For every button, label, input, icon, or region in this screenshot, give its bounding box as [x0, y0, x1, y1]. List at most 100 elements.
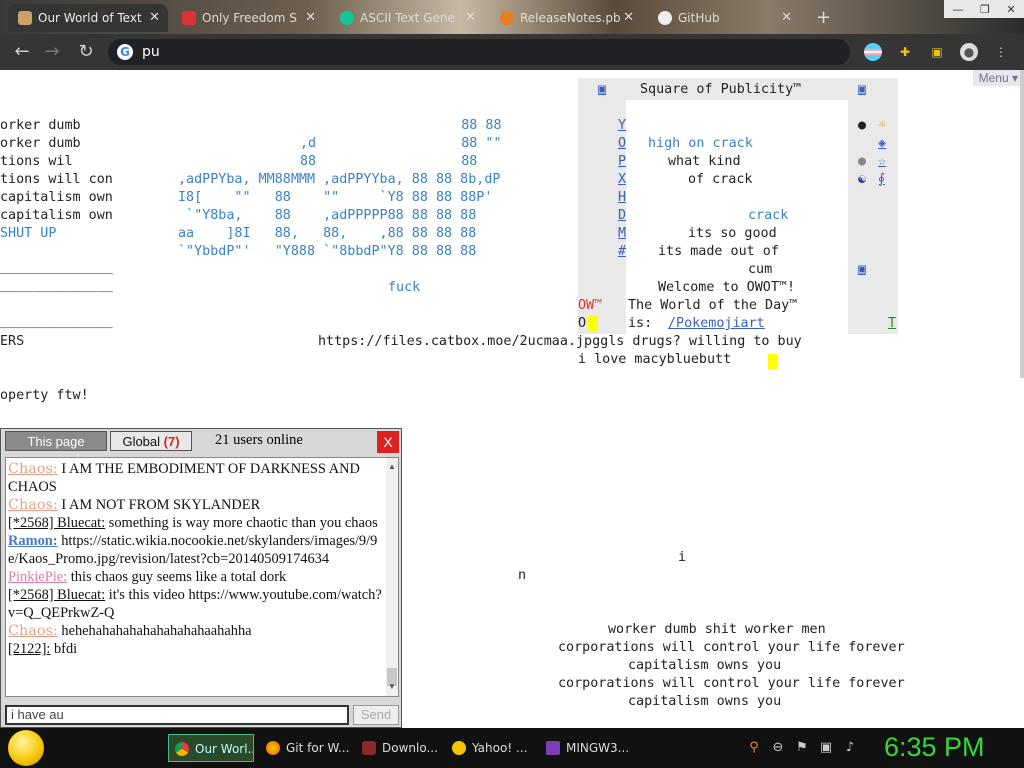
chat-panel: This page Global (7) 21 users online X C… [0, 428, 402, 728]
new-tab-button[interactable]: + [808, 4, 838, 32]
publicity-line: what kind [668, 154, 741, 169]
taskbar-clock[interactable]: 6:35 PM [884, 732, 985, 763]
send-button[interactable]: Send [353, 705, 399, 725]
side-link-d[interactable]: D [618, 208, 626, 223]
dot-icon[interactable]: ● [858, 118, 866, 133]
back-button[interactable]: ← [12, 42, 32, 62]
tab-close-icon[interactable]: ✕ [305, 4, 316, 32]
wotd-is: is: [628, 316, 653, 331]
minus-circle-icon[interactable]: ⊖ [770, 740, 786, 756]
chat-text: https://static.wikia.nocookie.net/skylan… [8, 533, 378, 567]
tab-our-world-of-text[interactable]: Our World of Text ✕ [8, 4, 168, 32]
publicity-line: of crack [688, 172, 753, 187]
chat-message: [*2568] Bluecat: it's this video https:/… [8, 586, 384, 622]
extensions-puzzle-icon[interactable]: ✚ [896, 43, 914, 61]
left-line: capitalism own [0, 208, 113, 223]
tab-ascii-text-gen[interactable]: ASCII Text Gene ✕ [330, 4, 484, 32]
side-link-hash[interactable]: # [618, 244, 626, 259]
star-icon[interactable]: ☆ [878, 154, 886, 169]
trans-flag-extension-icon[interactable] [864, 43, 882, 61]
side-link-p[interactable]: P [618, 154, 626, 169]
side-link-x[interactable]: X [618, 172, 626, 187]
side-link-m[interactable]: M [618, 226, 626, 241]
taskbar-item-yahoo[interactable]: Yahoo! ... [446, 734, 534, 762]
publicity-corner-icon[interactable]: ▣ [858, 82, 866, 97]
address-bar[interactable]: G pu [108, 39, 850, 65]
publicity-corner-icon[interactable]: ▣ [598, 82, 606, 97]
left-line: ______________ [0, 278, 113, 293]
chat-input[interactable]: i have au [5, 705, 349, 725]
chat-message: PinkiePie: this chaos guy seems like a t… [8, 568, 384, 586]
ascii-art-line: I8[ "" 88 "" `Y8 88 88 88P' [178, 190, 493, 205]
owot-menu-button[interactable]: Menu ▾ [972, 70, 1024, 86]
side-link-h[interactable]: H [618, 190, 626, 205]
browser-menu-icon[interactable]: ⋮ [992, 43, 1010, 61]
scroll-down-arrow-icon[interactable]: ▼ [386, 678, 398, 696]
taskbar-item-git[interactable]: Git for W... [260, 734, 350, 762]
tab-release-notes[interactable]: ReleaseNotes.pb ✕ [490, 4, 642, 32]
integral-icon[interactable]: ∮ [878, 172, 885, 187]
tab-close-icon[interactable]: ✕ [623, 4, 634, 32]
chat-close-button[interactable]: X [377, 431, 399, 453]
chat-message: Chaos: hehehahahahahahahahahaahahha [8, 622, 384, 640]
tab-global[interactable]: Global (7) [110, 431, 192, 451]
chat-nick[interactable]: Ramon: [8, 533, 58, 549]
tab-close-icon[interactable]: ✕ [465, 4, 476, 32]
taskbar-item-mingw[interactable]: MINGW3... [540, 734, 630, 762]
search-icon[interactable]: ⚲ [746, 740, 762, 756]
sidebar-icon[interactable]: ▣ [928, 43, 946, 61]
grey-dot-icon[interactable]: ● [858, 154, 866, 169]
network-icon[interactable]: ▣ [818, 740, 834, 756]
tab-close-icon[interactable]: ✕ [149, 4, 160, 32]
wotd-link[interactable]: /Pokemojiart [668, 316, 765, 331]
tab-label: ASCII Text Gene [360, 11, 455, 25]
minimize-button[interactable]: — [952, 3, 963, 16]
start-button-smiley-icon[interactable] [8, 730, 44, 766]
side-link-o[interactable]: O [618, 136, 626, 151]
chat-nick[interactable]: [2122]: [8, 641, 50, 657]
taskbar-item-chrome[interactable]: Our Worl... [168, 734, 254, 762]
left-line: ______________ [0, 260, 113, 275]
chat-nick[interactable]: [*2568] Bluecat: [8, 515, 105, 531]
profile-avatar-icon[interactable]: ● [960, 43, 978, 61]
browser-toolbar: ← → ↻ G pu ✚ ▣ ● ⋮ [0, 34, 1024, 70]
sun-icon[interactable]: ☼ [878, 118, 886, 133]
flag-icon[interactable]: ⚑ [794, 740, 810, 756]
ascii-art-line: `"Y8ba, 88 ,adPPPPP88 88 88 88 [178, 208, 477, 223]
scroll-up-arrow-icon[interactable]: ▲ [386, 458, 398, 476]
maximize-button[interactable]: ❐ [980, 3, 990, 16]
forward-button[interactable]: → [42, 42, 62, 62]
tab-github[interactable]: GitHub ✕ [648, 4, 800, 32]
users-online: 21 users online [215, 432, 303, 448]
yin-yang-icon[interactable]: ☯ [858, 172, 866, 187]
chat-nick[interactable]: Chaos: [8, 461, 58, 477]
page-scrollbar[interactable] [1020, 70, 1024, 378]
publicity-corner-icon[interactable]: ▣ [858, 262, 866, 277]
ow-mark: OW™ [578, 298, 603, 313]
reload-button[interactable]: ↻ [76, 42, 96, 62]
chat-log[interactable]: Chaos: I AM THE EMBODIMENT OF DARKNESS A… [5, 457, 399, 697]
yahoo-icon [452, 741, 466, 755]
tab-this-page[interactable]: This page [5, 431, 107, 451]
owot-favicon-icon [18, 11, 32, 25]
chat-nick[interactable]: [*2568] Bluecat: [8, 587, 105, 603]
chat-scrollbar[interactable]: ▲ ▼ [386, 458, 398, 696]
tab-only-freedom[interactable]: Only Freedom S ✕ [172, 4, 324, 32]
publicity-line: its made out of [658, 244, 779, 259]
chat-nick[interactable]: Chaos: [8, 497, 58, 513]
tab-close-icon[interactable]: ✕ [781, 4, 792, 32]
url-line: https://files.catbox.moe/2ucmaa.jpggls d… [318, 334, 802, 349]
ascii-art-line: 88 88 [300, 118, 502, 133]
chat-nick[interactable]: Chaos: [8, 623, 58, 639]
left-line: orker dumb [0, 136, 81, 151]
taskbar-label: Downlo... [382, 741, 438, 755]
taskbar-label: Our Worl... [195, 742, 254, 756]
side-link-y[interactable]: Y [618, 118, 626, 133]
taskbar-item-download[interactable]: Downlo... [356, 734, 440, 762]
volume-icon[interactable]: ♪ [842, 740, 858, 756]
fuck-text: fuck [388, 280, 421, 295]
close-window-button[interactable]: ✕ [1006, 3, 1015, 16]
diamond-icon[interactable]: ◈ [878, 136, 886, 151]
chat-nick[interactable]: PinkiePie: [8, 569, 67, 585]
t-link[interactable]: T [888, 316, 896, 331]
